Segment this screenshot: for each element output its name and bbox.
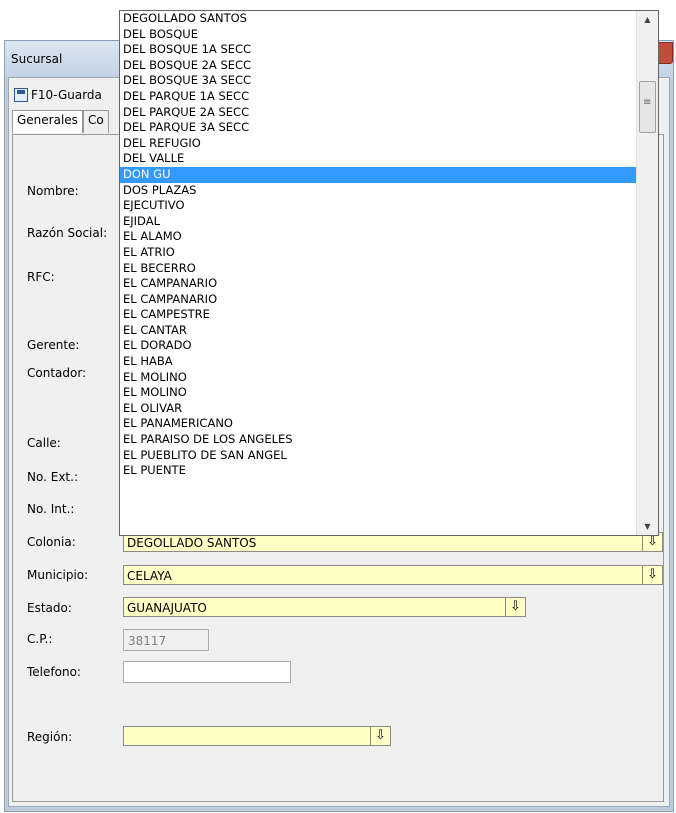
chevron-down-icon[interactable]: ⇩ (642, 566, 662, 584)
dropdown-option[interactable]: EL CAMPANARIO (120, 276, 637, 292)
dropdown-option[interactable]: DEL PARQUE 2A SECC (120, 105, 637, 121)
label-rfc: RFC: (27, 270, 55, 284)
save-button-label: F10-Guarda (31, 88, 102, 102)
dropdown-option[interactable]: EL BECERRO (120, 261, 637, 277)
label-telefono: Telefono: (27, 665, 81, 679)
estado-combobox[interactable]: GUANAJUATO ⇩ (123, 597, 526, 617)
tab-co[interactable]: Co (82, 110, 109, 133)
dropdown-option[interactable]: DEL BOSQUE 3A SECC (120, 73, 637, 89)
cp-value: 38117 (128, 634, 167, 648)
dropdown-option[interactable]: EL ALAMO (120, 229, 637, 245)
dropdown-option[interactable]: EJECUTIVO (120, 198, 637, 214)
dropdown-option[interactable]: EL PARAISO DE LOS ANGELES (120, 432, 637, 448)
label-nombre: Nombre: (27, 184, 79, 198)
scroll-up-icon[interactable]: ▲ (637, 11, 658, 28)
label-no-int: No. Int.: (27, 502, 75, 516)
tab-generales[interactable]: Generales (12, 110, 83, 133)
label-calle: Calle: (27, 436, 61, 450)
dropdown-option[interactable]: DEL BOSQUE (120, 27, 637, 43)
label-region: Región: (27, 730, 73, 744)
dropdown-option[interactable]: DEL BOSQUE 1A SECC (120, 42, 637, 58)
cp-field: 38117 (123, 629, 209, 651)
label-colonia: Colonia: (27, 535, 76, 549)
dropdown-option[interactable]: EL MOLINO (120, 370, 637, 386)
estado-value: GUANAJUATO (127, 601, 207, 615)
dropdown-scrollbar[interactable]: ▲ ▼ (636, 11, 658, 535)
dropdown-items: DEGOLLADO SANTOS DEL BOSQUE DEL BOSQUE 1A … (120, 11, 637, 479)
label-municipio: Municipio: (27, 568, 89, 582)
dropdown-option[interactable]: EL OLIVAR (120, 401, 637, 417)
window-title: Sucursal (11, 52, 63, 66)
chevron-down-icon[interactable]: ⇩ (370, 727, 390, 745)
label-no-ext: No. Ext.: (27, 470, 78, 484)
region-combobox[interactable]: ⇩ (123, 726, 391, 746)
dropdown-option[interactable]: EJIDAL (120, 214, 637, 230)
dropdown-option[interactable]: DEL VALLE (120, 151, 637, 167)
dropdown-option[interactable]: EL CAMPESTRE (120, 307, 637, 323)
scroll-down-icon[interactable]: ▼ (637, 518, 658, 535)
colonia-dropdown-list[interactable]: DEGOLLADO SANTOS DEL BOSQUE DEL BOSQUE 1A … (119, 10, 659, 536)
dropdown-option[interactable]: EL ATRIO (120, 245, 637, 261)
dropdown-option[interactable]: EL HABA (120, 354, 637, 370)
label-gerente: Gerente: (27, 338, 80, 352)
dropdown-option[interactable]: DEGOLLADO SANTOS (120, 11, 637, 27)
dropdown-option[interactable]: DEL REFUGIO (120, 136, 637, 152)
label-estado: Estado: (27, 601, 72, 615)
save-button[interactable]: F10-Guarda (14, 86, 102, 104)
dropdown-option[interactable]: EL CAMPANARIO (120, 292, 637, 308)
dropdown-option[interactable]: DEL BOSQUE 2A SECC (120, 58, 637, 74)
label-contador: Contador: (27, 366, 87, 380)
dropdown-option[interactable]: EL PANAMERICANO (120, 416, 637, 432)
dropdown-option[interactable]: EL MOLINO (120, 385, 637, 401)
municipio-value: CELAYA (127, 569, 172, 583)
dropdown-option[interactable]: DEL PARQUE 1A SECC (120, 89, 637, 105)
colonia-value: DEGOLLADO SANTOS (127, 536, 257, 550)
dropdown-option[interactable]: DON GU (120, 166, 637, 183)
dropdown-option[interactable]: EL DORADO (120, 338, 637, 354)
chevron-down-icon[interactable]: ⇩ (505, 598, 525, 616)
tab-strip: Generales Co (12, 110, 109, 133)
dropdown-option[interactable]: EL PUEBLITO DE SAN ANGEL (120, 448, 637, 464)
dropdown-option[interactable]: EL CANTAR (120, 323, 637, 339)
dropdown-option[interactable]: DEL PARQUE 3A SECC (120, 120, 637, 136)
label-razon-social: Razón Social: (27, 226, 108, 240)
telefono-field[interactable] (123, 661, 291, 683)
dropdown-option[interactable]: DOS PLAZAS (120, 183, 637, 199)
save-icon (14, 88, 28, 102)
dropdown-option[interactable]: EL PUENTE (120, 463, 637, 479)
municipio-combobox[interactable]: CELAYA ⇩ (123, 565, 663, 585)
label-cp: C.P.: (27, 632, 53, 646)
scrollbar-thumb[interactable] (639, 81, 656, 133)
